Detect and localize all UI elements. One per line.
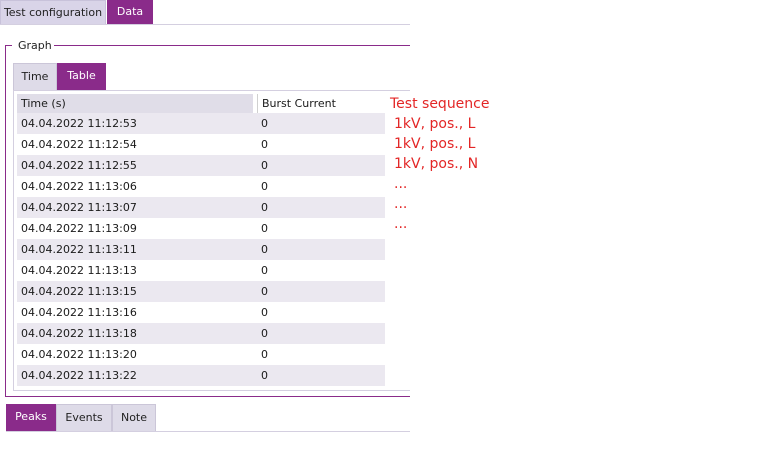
cell-time: 04.04.2022 11:13:18	[21, 327, 137, 340]
cell-time: 04.04.2022 11:12:53	[21, 117, 137, 130]
table-body: 04.04.2022 11:12:53 0 04.04.2022 11:12:54 0…	[17, 113, 385, 386]
top-tab-divider	[0, 24, 410, 25]
table-row[interactable]: 04.04.2022 11:13:15 0	[17, 281, 385, 302]
cell-burst-current: 0	[261, 306, 268, 319]
annotation-item: 1kV, pos., L	[394, 136, 476, 152]
annotation-item: ...	[394, 196, 408, 212]
cell-burst-current: 0	[261, 117, 268, 130]
table-row[interactable]: 04.04.2022 11:13:22 0	[17, 365, 385, 386]
tab-table[interactable]: Table	[57, 63, 106, 91]
tab-note[interactable]: Note	[112, 404, 156, 432]
table-header: Time (s) Burst Current monitoring	[17, 94, 398, 129]
top-tab-bar: Test configuration Data	[0, 0, 410, 25]
graph-group-label: Graph	[16, 39, 54, 52]
cell-time: 04.04.2022 11:13:20	[21, 348, 137, 361]
table-row[interactable]: 04.04.2022 11:13:07 0	[17, 197, 385, 218]
cell-burst-current: 0	[261, 159, 268, 172]
cell-time: 04.04.2022 11:13:16	[21, 306, 137, 319]
cell-time: 04.04.2022 11:12:54	[21, 138, 137, 151]
cell-time: 04.04.2022 11:13:22	[21, 369, 137, 382]
table-row[interactable]: 04.04.2022 11:13:18 0	[17, 323, 385, 344]
annotation-item: 1kV, pos., N	[394, 156, 479, 172]
cell-time: 04.04.2022 11:12:55	[21, 159, 137, 172]
annotation-item: ...	[394, 216, 408, 232]
tab-test-configuration[interactable]: Test configuration	[0, 0, 106, 25]
table-row[interactable]: 04.04.2022 11:12:55 0	[17, 155, 385, 176]
test-sequence-annotation: Test sequence 1kV, pos., L 1kV, pos., L …	[390, 94, 489, 234]
cell-time: 04.04.2022 11:13:13	[21, 264, 137, 277]
table-row[interactable]: 04.04.2022 11:13:13 0	[17, 260, 385, 281]
data-table: Time (s) Burst Current monitoring 04.04.…	[13, 91, 410, 391]
cell-time: 04.04.2022 11:13:09	[21, 222, 137, 235]
annotation-item: 1kV, pos., L	[394, 116, 476, 132]
table-row[interactable]: 04.04.2022 11:13:16 0	[17, 302, 385, 323]
table-row[interactable]: 04.04.2022 11:13:20 0	[17, 344, 385, 365]
cell-time: 04.04.2022 11:13:11	[21, 243, 137, 256]
cell-burst-current: 0	[261, 264, 268, 277]
cell-burst-current: 0	[261, 348, 268, 361]
graph-group-border-bottom	[5, 396, 410, 397]
cell-burst-current: 0	[261, 222, 268, 235]
table-row[interactable]: 04.04.2022 11:12:53 0	[17, 113, 385, 134]
cell-burst-current: 0	[261, 285, 268, 298]
cell-burst-current: 0	[261, 138, 268, 151]
bottom-tab-divider	[6, 431, 410, 432]
cell-burst-current: 0	[261, 201, 268, 214]
cell-burst-current: 0	[261, 327, 268, 340]
column-header-burst-current[interactable]: Burst Current monitoring	[257, 94, 398, 129]
column-header-time[interactable]: Time (s)	[17, 94, 253, 113]
graph-group-border-left	[5, 45, 6, 397]
tab-peaks[interactable]: Peaks	[6, 404, 56, 432]
table-row[interactable]: 04.04.2022 11:13:11 0	[17, 239, 385, 260]
graph-group-border	[5, 45, 410, 46]
annotation-item: ...	[394, 176, 408, 192]
cell-burst-current: 0	[261, 180, 268, 193]
tab-data[interactable]: Data	[107, 0, 153, 25]
tab-time[interactable]: Time	[13, 63, 57, 91]
cell-time: 04.04.2022 11:13:06	[21, 180, 137, 193]
table-row[interactable]: 04.04.2022 11:13:06 0	[17, 176, 385, 197]
tab-events[interactable]: Events	[56, 404, 112, 432]
table-row[interactable]: 04.04.2022 11:12:54 0	[17, 134, 385, 155]
cell-time: 04.04.2022 11:13:07	[21, 201, 137, 214]
table-row[interactable]: 04.04.2022 11:13:09 0	[17, 218, 385, 239]
cell-time: 04.04.2022 11:13:15	[21, 285, 137, 298]
annotation-title: Test sequence	[390, 96, 490, 112]
cell-burst-current: 0	[261, 369, 268, 382]
cell-burst-current: 0	[261, 243, 268, 256]
